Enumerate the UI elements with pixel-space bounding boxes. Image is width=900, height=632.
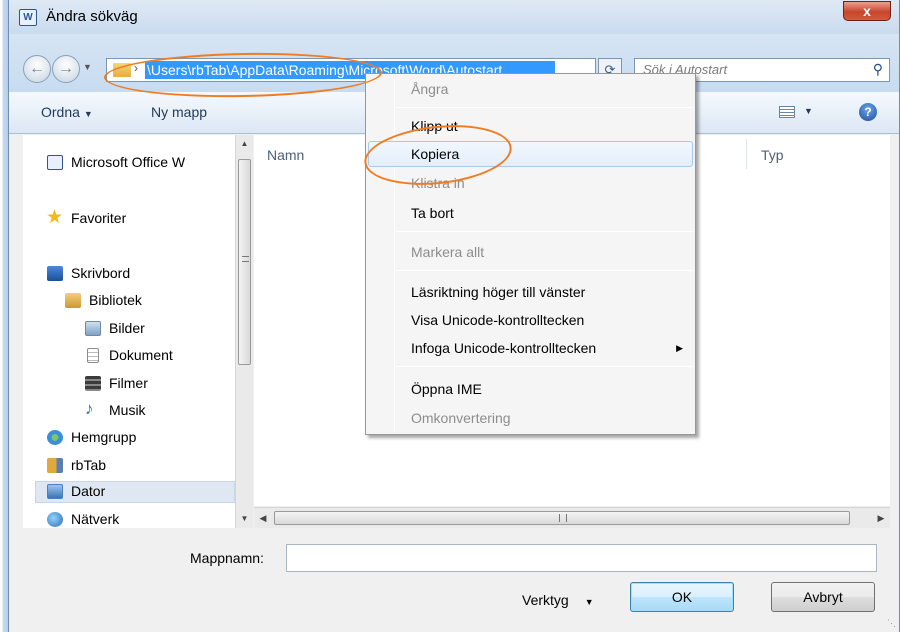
menu-item-open-ime[interactable]: Öppna IME	[368, 376, 693, 402]
grip-icon	[559, 514, 567, 522]
menu-separator	[396, 231, 693, 232]
new-folder-button[interactable]: Ny mapp	[151, 104, 207, 120]
folder-name-label: Mappnamn:	[190, 550, 264, 566]
homegroup-icon	[47, 430, 63, 445]
context-menu: Ångra Klipp ut Kopiera Klistra in Ta bor…	[365, 73, 696, 435]
videos-icon	[85, 376, 101, 391]
word-icon	[47, 155, 63, 170]
help-icon[interactable]: ?	[859, 103, 877, 121]
scrollbar-thumb[interactable]	[274, 511, 850, 525]
star-icon: ★	[46, 207, 64, 228]
menu-item-insert-unicode-control-char[interactable]: Infoga Unicode-kontrolltecken ▶	[368, 335, 693, 361]
menu-item-reconversion[interactable]: Omkonvertering	[368, 405, 693, 431]
user-folder-icon	[47, 458, 63, 473]
menu-item-show-unicode-control-chars[interactable]: Visa Unicode-kontrolltecken	[368, 307, 693, 333]
chevron-down-icon: ▼	[83, 109, 93, 119]
tools-menu[interactable]: Verktyg ▼	[522, 592, 594, 608]
organize-label: Ordna	[41, 104, 80, 120]
music-icon: ♪	[85, 399, 94, 418]
dialog-footer: Mappnamn: Verktyg ▼ OK Avbryt ⋱	[9, 528, 899, 632]
menu-separator	[396, 366, 693, 367]
column-divider[interactable]	[746, 139, 747, 169]
scroll-up-icon[interactable]: ▲	[236, 135, 253, 153]
view-options-chevron-icon[interactable]: ▼	[804, 106, 813, 116]
library-icon	[65, 293, 81, 308]
ok-button[interactable]: OK	[630, 582, 734, 612]
window-left-border	[0, 0, 8, 632]
scroll-down-icon[interactable]: ▼	[236, 510, 253, 528]
navigation-pane: Microsoft Office W ★ Favoriter Skrivbord…	[23, 135, 235, 528]
arrow-right-icon: →	[58, 60, 74, 77]
scrollbar-thumb[interactable]	[238, 159, 251, 365]
menu-item-cut[interactable]: Klipp ut	[368, 113, 693, 139]
word-icon: W	[19, 9, 37, 26]
cancel-button[interactable]: Avbryt	[771, 582, 875, 612]
menu-item-copy[interactable]: Kopiera	[368, 141, 693, 167]
folder-icon	[113, 63, 131, 77]
tools-label: Verktyg	[522, 592, 569, 608]
menu-item-select-all[interactable]: Markera allt	[368, 239, 693, 265]
forward-button[interactable]: →	[52, 55, 80, 83]
window-title: Ändra sökväg	[46, 8, 138, 25]
resize-grip-icon[interactable]: ⋱	[887, 618, 896, 629]
menu-separator	[396, 107, 693, 108]
view-details-icon[interactable]	[779, 106, 795, 118]
close-button[interactable]: x	[843, 1, 891, 21]
title-bar[interactable]: W Ändra sökväg x	[9, 0, 899, 34]
column-header-name[interactable]: Namn	[267, 147, 304, 163]
sidebar-item-dator[interactable]: Dator	[35, 481, 235, 503]
menu-item-paste[interactable]: Klistra in	[368, 170, 693, 196]
submenu-arrow-icon: ▶	[676, 343, 683, 353]
scroll-right-icon[interactable]: ▶	[872, 508, 890, 528]
menu-item-rtl-reading-order[interactable]: Läsriktning höger till vänster	[368, 279, 693, 305]
back-button[interactable]: ←	[23, 55, 51, 83]
nav-buttons: ← → ▼	[23, 55, 101, 83]
file-list-horizontal-scrollbar[interactable]: ◀ ▶	[254, 507, 890, 528]
column-header-type[interactable]: Typ	[761, 147, 784, 163]
arrow-left-icon: ←	[29, 60, 45, 77]
desktop-icon	[47, 266, 63, 281]
breadcrumb-chevron-icon[interactable]: ›	[134, 61, 138, 75]
documents-icon	[87, 348, 99, 363]
menu-separator	[396, 270, 693, 271]
network-icon	[47, 512, 63, 527]
search-icon[interactable]: ⚲	[873, 61, 883, 78]
folder-name-input[interactable]	[286, 544, 877, 572]
sidebar-vertical-scrollbar[interactable]: ▲ ▼	[235, 135, 253, 528]
grip-icon	[242, 256, 249, 262]
menu-item-undo[interactable]: Ångra	[368, 76, 693, 102]
computer-icon	[47, 484, 63, 499]
menu-item-delete[interactable]: Ta bort	[368, 200, 693, 226]
recent-locations-chevron-icon[interactable]: ▼	[83, 62, 92, 72]
scroll-left-icon[interactable]: ◀	[254, 508, 272, 528]
pictures-icon	[85, 321, 101, 336]
organize-menu[interactable]: Ordna ▼	[41, 104, 93, 120]
menu-item-insert-label: Infoga Unicode-kontrolltecken	[411, 340, 597, 356]
chevron-down-icon: ▼	[584, 597, 594, 607]
